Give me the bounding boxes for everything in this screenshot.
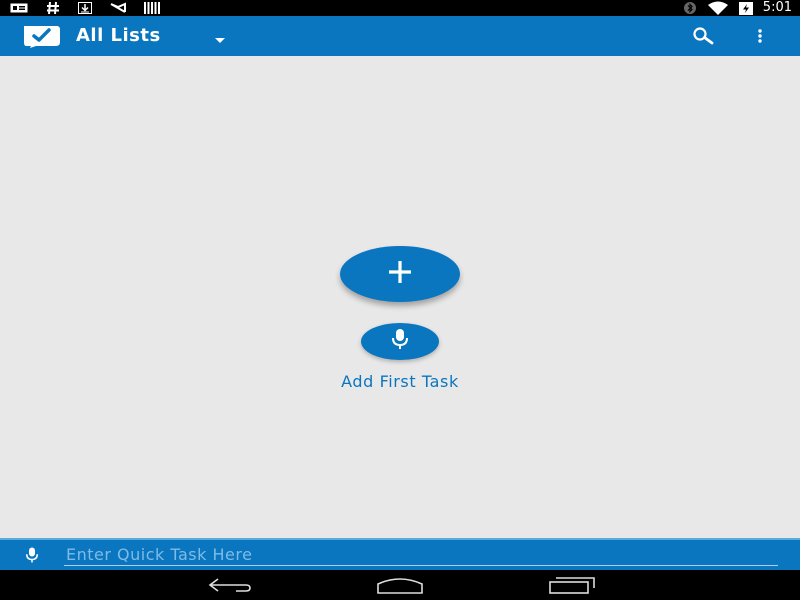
quick-task-bar (0, 538, 800, 570)
app-bar: All Lists (0, 16, 800, 56)
notification-icons (10, 0, 160, 16)
microphone-icon (388, 327, 412, 356)
voice-task-button[interactable] (361, 323, 439, 360)
message-icon (10, 0, 28, 16)
quick-task-input[interactable] (64, 544, 778, 566)
gmail-icon (110, 0, 126, 16)
download-icon (78, 0, 92, 16)
wifi-icon (707, 0, 729, 16)
back-icon[interactable] (205, 575, 253, 595)
search-icon[interactable] (688, 24, 718, 48)
recents-icon[interactable] (548, 575, 596, 595)
overflow-menu-icon[interactable] (750, 24, 770, 48)
dropdown-arrow-icon[interactable] (212, 32, 228, 43)
status-bar: 5:01 (0, 0, 800, 16)
clock: 5:01 (762, 0, 792, 15)
add-task-button[interactable] (340, 246, 460, 302)
add-first-task-link[interactable]: Add First Task (300, 372, 500, 391)
bluetooth-icon (683, 0, 697, 16)
list-selector-title[interactable]: All Lists (76, 16, 161, 56)
task-list-empty-state: Add First Task (0, 56, 800, 538)
checkmark-logo-icon (22, 24, 62, 48)
system-status: 5:01 (683, 0, 792, 16)
hash-icon (46, 0, 60, 16)
barcode-icon (144, 0, 160, 16)
plus-icon (385, 257, 415, 292)
quick-task-microphone-icon[interactable] (22, 546, 42, 564)
home-icon[interactable] (376, 575, 424, 595)
navigation-bar (0, 570, 800, 600)
battery-charging-icon (738, 0, 753, 16)
